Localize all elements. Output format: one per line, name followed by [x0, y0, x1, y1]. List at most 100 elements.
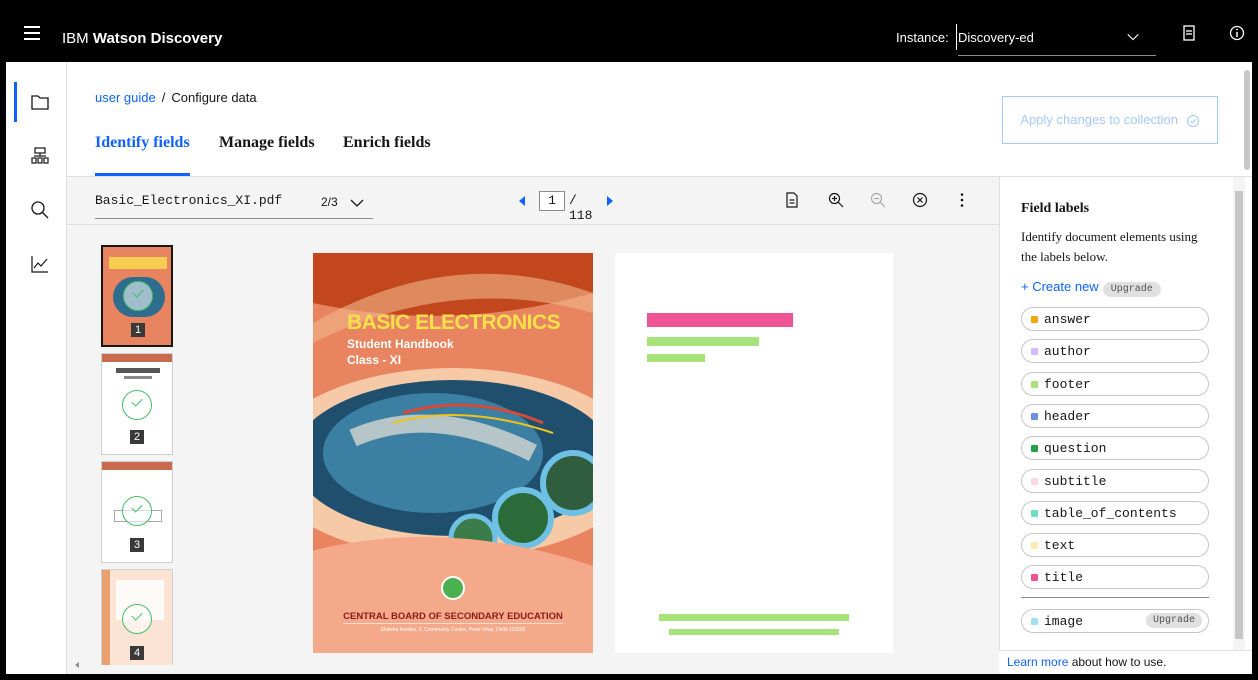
learn-more-text: about how to use.	[1068, 655, 1167, 669]
search-icon	[31, 201, 49, 219]
annotated-page	[615, 253, 893, 653]
label-name: subtitle	[1044, 473, 1107, 489]
tab-enrich-fields[interactable]: Enrich fields	[343, 126, 431, 176]
footer-highlight-2[interactable]	[669, 629, 839, 635]
label-color-swatch	[1031, 380, 1038, 388]
previous-page-icon[interactable]	[519, 196, 525, 206]
page-scrollbar-thumb[interactable]	[1244, 70, 1250, 170]
thumbnail-number: 2	[130, 430, 144, 444]
label-chip-subtitle[interactable]: subtitle	[1021, 468, 1209, 493]
apply-changes-label: Apply changes to collection	[1020, 112, 1178, 127]
chevron-down-icon	[350, 199, 364, 207]
brand-name: Watson Discovery	[92, 30, 223, 47]
thumbnail-page-2[interactable]: 2	[101, 353, 173, 455]
instance-divider	[956, 24, 957, 50]
panel-scrollbar[interactable]	[1233, 177, 1245, 674]
page-number-input[interactable]: 1	[539, 191, 565, 211]
document-name: Basic_Electronics_XI.pdf	[95, 193, 283, 208]
zoom-out-icon[interactable]	[869, 191, 887, 209]
document-dropdown[interactable]: Basic_Electronics_XI.pdf 2/3	[95, 187, 373, 219]
scroll-left-icon[interactable]	[73, 661, 81, 669]
cover-page: BASIC ELECTRONICS Student Handbook Class…	[313, 253, 593, 653]
document-count: 2/3	[321, 195, 338, 209]
thumbnail-number: 1	[131, 323, 145, 337]
label-name: table_of_contents	[1044, 505, 1177, 521]
label-chip-text[interactable]: text	[1021, 533, 1209, 558]
create-new-label-link[interactable]: + Create new Upgrade	[1021, 279, 1161, 297]
learn-more-link[interactable]: Learn more	[1007, 655, 1068, 669]
label-name: answer	[1044, 312, 1091, 327]
thumbnail-page-1[interactable]: 1	[101, 245, 173, 347]
app-title: IBM Watson Discovery	[62, 30, 222, 48]
page-total: / 118	[569, 193, 593, 223]
upgrade-badge: Upgrade	[1145, 613, 1202, 628]
label-chip-question[interactable]: question	[1021, 436, 1209, 461]
page-scrollbar[interactable]	[1242, 62, 1252, 176]
thumbnail-page-3[interactable]: 3	[101, 461, 173, 563]
document-view-icon[interactable]	[783, 191, 801, 209]
label-chip-image[interactable]: image Upgrade	[1021, 609, 1209, 633]
label-name: footer	[1044, 376, 1091, 392]
viewer-toolbar: Basic_Electronics_XI.pdf 2/3 1 / 118	[67, 177, 999, 225]
folder-icon	[31, 95, 49, 110]
nav-search[interactable]	[6, 188, 66, 232]
instance-dropdown[interactable]: Discovery-ed	[958, 16, 1156, 56]
tab-identify-fields[interactable]: Identify fields	[95, 126, 190, 176]
title-highlight[interactable]	[647, 313, 793, 327]
label-chip-header[interactable]: header	[1021, 403, 1209, 428]
nav-analytics[interactable]	[6, 242, 66, 286]
cover-class: Class - XI	[347, 353, 402, 367]
label-chip-table-of-contents[interactable]: table_of_contents	[1021, 500, 1209, 525]
instance-value: Discovery-ed	[958, 30, 1034, 45]
info-icon[interactable]	[1228, 24, 1246, 42]
label-chip-title[interactable]: title	[1021, 565, 1209, 590]
panel-description: Identify document elements using the lab…	[1021, 229, 1198, 264]
panel-divider	[1021, 597, 1209, 598]
label-color-swatch	[1031, 477, 1038, 485]
checkmark-icon	[122, 604, 152, 634]
label-color-swatch	[1031, 348, 1038, 356]
checkmark-icon	[123, 281, 153, 311]
text-highlight[interactable]	[647, 354, 705, 362]
nav-structure[interactable]	[6, 134, 66, 178]
breadcrumb-separator: /	[161, 90, 166, 105]
breadcrumb-link-user-guide[interactable]: user guide	[95, 90, 156, 105]
page-thumbnails: 1 2 3 4	[95, 245, 175, 665]
checkmark-outline-icon	[1186, 114, 1199, 127]
overflow-menu-icon[interactable]	[953, 191, 971, 209]
cover-board: CENTRAL BOARD OF SECONDARY EDUCATION	[343, 611, 563, 622]
close-circle-icon[interactable]	[911, 191, 929, 209]
label-chip-footer[interactable]: footer	[1021, 371, 1209, 396]
horizontal-scrollbar[interactable]	[67, 655, 999, 674]
side-nav	[6, 62, 67, 674]
label-name: title	[1044, 570, 1084, 586]
instance-label: Instance:	[896, 30, 949, 45]
label-color-swatch	[1031, 412, 1038, 420]
label-name: header	[1044, 408, 1091, 424]
label-chip-author[interactable]: author	[1021, 339, 1209, 364]
footer-highlight[interactable]	[659, 614, 849, 621]
apply-changes-button[interactable]: Apply changes to collection	[1002, 96, 1218, 144]
brand-prefix: IBM	[62, 30, 89, 47]
app-frame: IBM Watson Discovery Instance: Discovery…	[6, 6, 1252, 674]
line-chart-icon	[31, 256, 48, 273]
label-name: text	[1044, 538, 1076, 554]
chevron-down-icon	[1127, 33, 1139, 41]
tab-manage-fields[interactable]: Manage fields	[219, 126, 315, 176]
document-icon[interactable]	[1180, 24, 1198, 42]
cover-subtitle: Student Handbook	[347, 337, 454, 351]
create-new-label: + Create new	[1021, 279, 1099, 294]
panel-scrollbar-thumb[interactable]	[1235, 191, 1243, 639]
next-page-icon[interactable]	[607, 196, 613, 206]
thumbnail-page-4[interactable]: 4	[101, 569, 173, 665]
label-chip-answer[interactable]: answer	[1021, 307, 1209, 331]
label-name: question	[1044, 441, 1107, 457]
cover-title: BASIC ELECTRONICS	[347, 311, 561, 334]
nav-collections[interactable]	[6, 80, 66, 124]
learn-more-footer: Learn more about how to use.	[999, 650, 1252, 674]
label-color-swatch	[1031, 618, 1038, 625]
zoom-in-icon[interactable]	[827, 191, 845, 209]
menu-icon[interactable]	[24, 26, 40, 40]
subtitle-highlight[interactable]	[647, 337, 759, 346]
label-color-swatch	[1031, 542, 1038, 550]
